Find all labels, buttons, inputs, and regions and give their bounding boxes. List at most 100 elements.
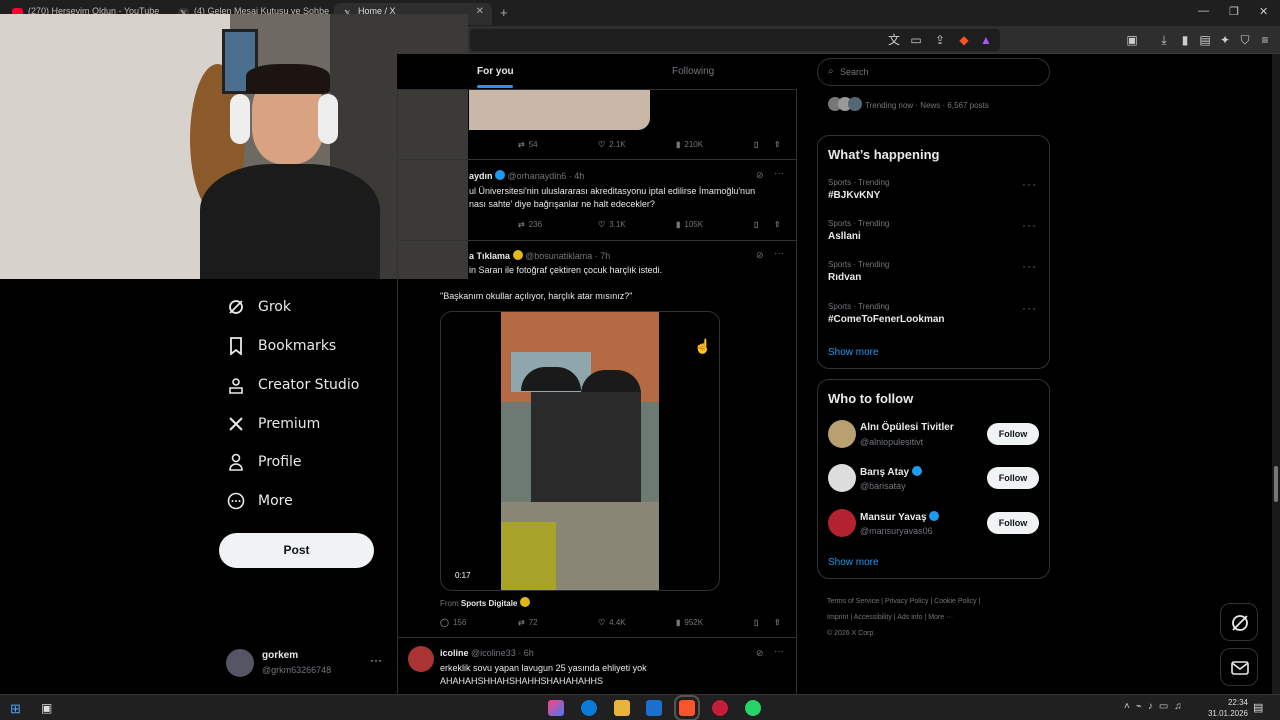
bookmark-button[interactable]: ▯ bbox=[754, 220, 758, 229]
reading-list-icon[interactable]: ▮ bbox=[1177, 32, 1193, 48]
more-dots-icon[interactable]: ··· bbox=[774, 168, 784, 179]
avatar[interactable] bbox=[408, 646, 434, 672]
share-icon[interactable]: ⇪ bbox=[932, 32, 948, 48]
grok-icon[interactable]: ⊘ bbox=[756, 250, 764, 261]
footer-link[interactable]: Imprint bbox=[827, 614, 848, 621]
tab-for-you[interactable]: For you bbox=[477, 66, 514, 77]
file-explorer-icon[interactable] bbox=[614, 700, 630, 716]
nav-bookmarks[interactable]: Bookmarks bbox=[226, 331, 336, 361]
translate-icon[interactable]: 文 bbox=[886, 32, 902, 48]
video-player[interactable]: 0:17 bbox=[440, 311, 720, 591]
notification-icon[interactable]: ▤ bbox=[1253, 701, 1263, 714]
trend-item[interactable]: Sports · Trending #BJKvKNY bbox=[828, 178, 1038, 201]
recording-app-icon[interactable] bbox=[712, 700, 728, 716]
retweet-button[interactable]: ⇄ 236 bbox=[518, 220, 542, 229]
footer-link[interactable]: Ads info bbox=[897, 614, 922, 621]
nav-grok[interactable]: Grok bbox=[226, 292, 291, 322]
post-time[interactable]: · 6h bbox=[518, 648, 534, 658]
close-tab-icon[interactable]: ✕ bbox=[476, 6, 484, 17]
clock[interactable]: 22:34 31.01.2026 bbox=[1200, 697, 1248, 719]
more-dots-icon[interactable]: ··· bbox=[1022, 301, 1037, 315]
views-button[interactable]: ▮ 952K bbox=[676, 618, 703, 627]
brave-shield-icon[interactable]: ◆ bbox=[956, 32, 972, 48]
suggestion-name[interactable]: Alnı Öpülesi Tivitler bbox=[860, 422, 954, 433]
task-view-icon[interactable]: ▣ bbox=[41, 701, 52, 715]
more-dots-icon[interactable]: ··· bbox=[774, 646, 784, 657]
post-author-handle[interactable]: @bosunatiklama bbox=[525, 251, 592, 261]
close-window-icon[interactable]: ✕ bbox=[1259, 5, 1268, 18]
avatar[interactable] bbox=[828, 420, 856, 448]
post-button[interactable]: Post bbox=[219, 533, 374, 568]
wallet-icon[interactable]: ▤ bbox=[1197, 32, 1213, 48]
source-account[interactable]: Sports Digitale bbox=[461, 599, 517, 608]
account-switcher[interactable]: gorkem @grkm63266748 ··· bbox=[222, 645, 392, 681]
nav-profile[interactable]: Profile bbox=[226, 447, 302, 477]
bookmark-button[interactable]: ▯ bbox=[754, 140, 758, 149]
suggestion-name[interactable]: Mansur Yavaş bbox=[860, 512, 927, 523]
show-more-link[interactable]: Show more bbox=[828, 557, 879, 568]
like-button[interactable]: ♡ 2.1K bbox=[598, 140, 626, 149]
follow-button[interactable]: Follow bbox=[987, 467, 1039, 489]
post-media[interactable] bbox=[469, 90, 650, 130]
retweet-button[interactable]: ⇄ 72 bbox=[518, 618, 538, 627]
post-author-name[interactable]: aydın bbox=[469, 171, 493, 181]
avatar[interactable] bbox=[828, 464, 856, 492]
post-author-handle[interactable]: @orhanaydin6 bbox=[508, 171, 567, 181]
leo-ai-icon[interactable]: ✦ bbox=[1217, 32, 1233, 48]
footer-link[interactable]: Privacy Policy bbox=[885, 598, 929, 605]
menu-icon[interactable]: ≡ bbox=[1257, 32, 1273, 48]
sidebar-toggle-icon[interactable]: ▣ bbox=[1124, 32, 1140, 48]
download-icon[interactable]: ⤓ bbox=[1156, 32, 1172, 48]
minimize-icon[interactable]: — bbox=[1198, 5, 1209, 17]
reply-button[interactable]: ◯ 156 bbox=[440, 618, 466, 627]
more-dots-icon[interactable]: ··· bbox=[1022, 218, 1037, 232]
scrollbar-thumb[interactable] bbox=[1274, 466, 1278, 502]
follow-button[interactable]: Follow bbox=[987, 512, 1039, 534]
footer-link[interactable]: Accessibility bbox=[854, 614, 892, 621]
trend-item[interactable]: Sports · Trending Rıdvan bbox=[828, 260, 1038, 283]
brave-browser-icon[interactable] bbox=[674, 695, 700, 720]
mail-app-icon[interactable] bbox=[646, 700, 662, 716]
windows-start-icon[interactable]: ⊞ bbox=[10, 701, 21, 717]
edge-icon[interactable] bbox=[581, 700, 597, 716]
avatar[interactable] bbox=[828, 509, 856, 537]
grok-float-button[interactable] bbox=[1220, 603, 1258, 641]
whatsapp-icon[interactable] bbox=[745, 700, 761, 716]
new-tab-button[interactable]: + bbox=[500, 5, 508, 20]
more-dots-icon[interactable]: ··· bbox=[1022, 177, 1037, 191]
nav-creator-studio[interactable]: Creator Studio bbox=[226, 370, 359, 400]
like-button[interactable]: ♡ 3.1K bbox=[598, 220, 626, 229]
bookmark-button[interactable]: ▯ bbox=[754, 618, 758, 627]
more-dots-icon[interactable]: ··· bbox=[774, 248, 784, 259]
share-button[interactable]: ⇧ bbox=[774, 140, 781, 149]
messages-float-button[interactable] bbox=[1220, 648, 1258, 686]
page-scrollbar[interactable] bbox=[1272, 54, 1280, 694]
views-button[interactable]: ▮ 210K bbox=[676, 140, 703, 149]
more-dots-icon[interactable]: ··· bbox=[370, 653, 382, 667]
grok-icon[interactable]: ⊘ bbox=[756, 648, 764, 659]
tab-following[interactable]: Following bbox=[672, 66, 714, 77]
post-time[interactable]: · 4h bbox=[569, 171, 585, 181]
vpn-icon[interactable]: ⛉ bbox=[1237, 32, 1253, 48]
grok-icon[interactable]: ⊘ bbox=[756, 170, 764, 181]
like-button[interactable]: ♡ 4.4K bbox=[598, 618, 626, 627]
cast-icon[interactable]: ▭ bbox=[908, 32, 924, 48]
post-author-handle[interactable]: @icoline33 bbox=[471, 648, 516, 658]
brave-rewards-icon[interactable]: ▲ bbox=[978, 32, 994, 48]
post-author-name[interactable]: a Tıklama bbox=[469, 251, 510, 261]
footer-link[interactable]: Cookie Policy bbox=[934, 598, 976, 605]
share-button[interactable]: ⇧ bbox=[774, 220, 781, 229]
nav-premium[interactable]: Premium bbox=[226, 409, 320, 439]
more-dots-icon[interactable]: ··· bbox=[1022, 259, 1037, 273]
retweet-button[interactable]: ⇄ 54 bbox=[518, 140, 538, 149]
follow-button[interactable]: Follow bbox=[987, 423, 1039, 445]
show-more-link[interactable]: Show more bbox=[828, 347, 879, 358]
share-button[interactable]: ⇧ bbox=[774, 618, 781, 627]
trend-item[interactable]: Sports · Trending Asllani bbox=[828, 219, 1038, 242]
nav-more[interactable]: More bbox=[226, 486, 293, 516]
copilot-icon[interactable] bbox=[548, 700, 564, 716]
suggestion-name[interactable]: Barış Atay bbox=[860, 467, 909, 478]
footer-link[interactable]: Terms of Service bbox=[827, 598, 879, 605]
footer-link[interactable]: More ··· bbox=[928, 614, 953, 621]
trend-item[interactable]: Sports · Trending #ComeToFenerLookman bbox=[828, 302, 1038, 325]
